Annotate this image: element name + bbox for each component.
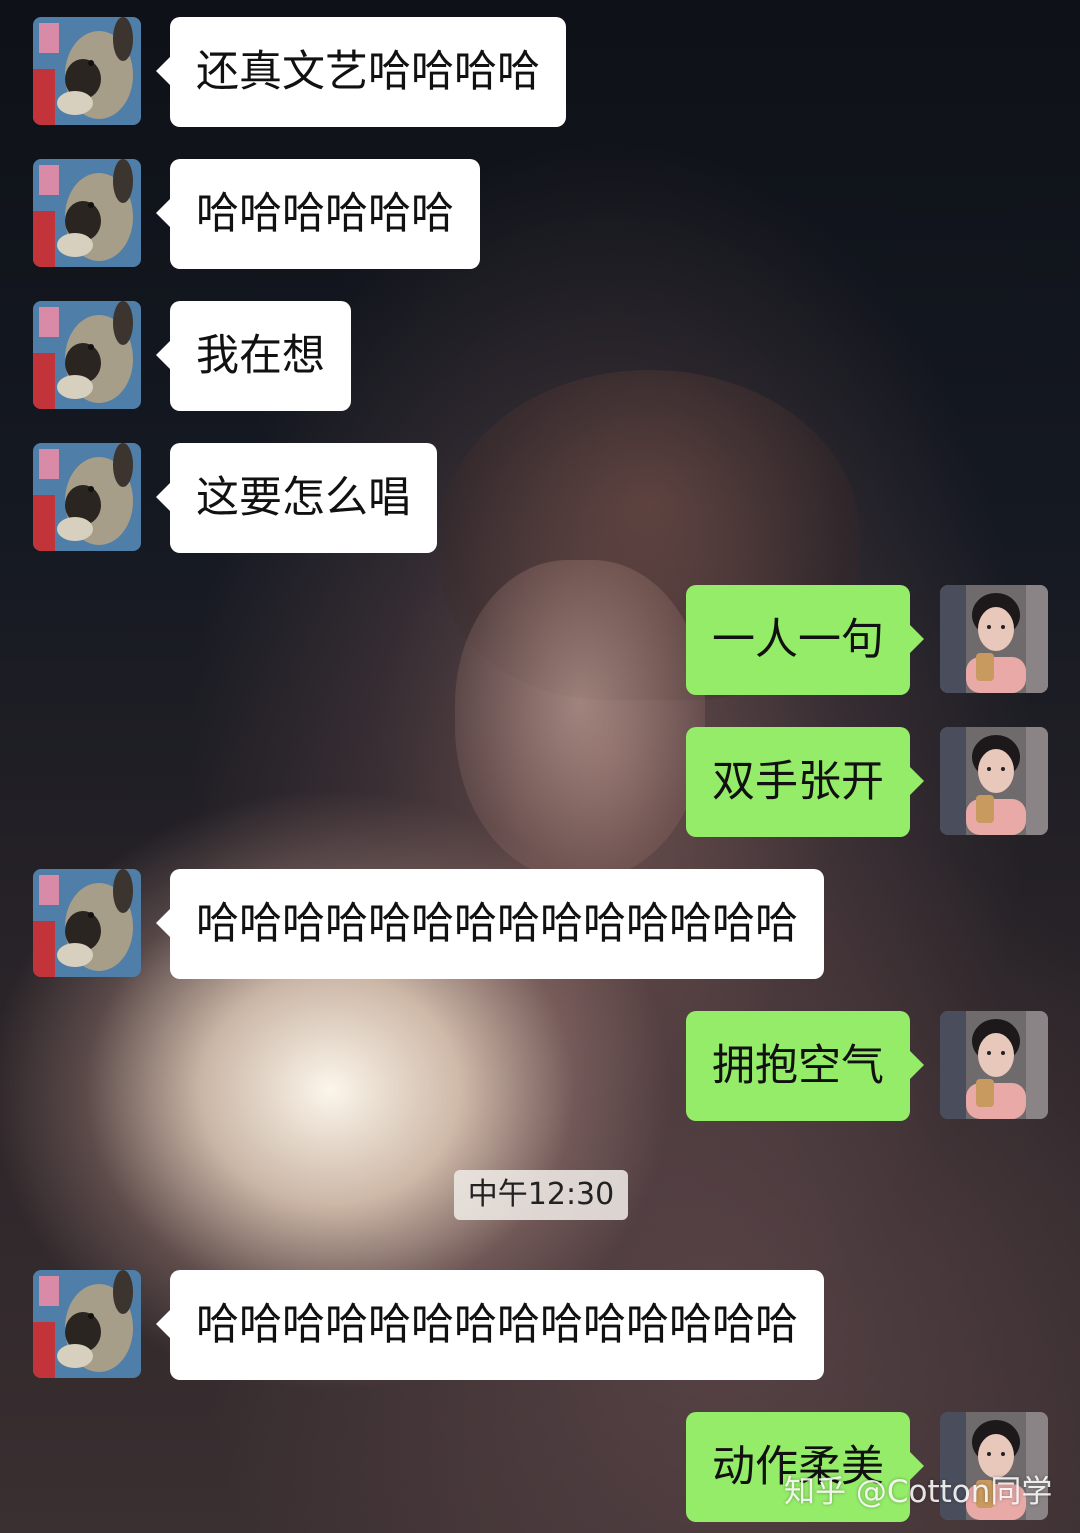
message-bubble-outgoing[interactable]: 一人一句 [686,585,924,695]
message-bubble-incoming[interactable]: 这要怎么唱 [156,443,437,553]
woman-avatar-icon[interactable] [940,1011,1048,1119]
message-row-outgoing: 双手张开 [0,727,1080,837]
goat-avatar-icon[interactable] [33,17,141,125]
goat-avatar-icon[interactable] [33,869,141,977]
message-row-outgoing: 拥抱空气 [0,1011,1080,1121]
goat-avatar-icon[interactable] [33,301,141,409]
message-bubble-outgoing[interactable]: 双手张开 [686,727,924,837]
message-bubble-incoming[interactable]: 还真文艺哈哈哈哈 [156,17,566,127]
goat-avatar-icon[interactable] [33,159,141,267]
message-bubble-incoming[interactable]: 哈哈哈哈哈哈 [156,159,480,269]
message-bubble-incoming[interactable]: 哈哈哈哈哈哈哈哈哈哈哈哈哈哈 [156,869,824,979]
timestamp-divider: 中午12:30 [454,1170,628,1220]
message-row-incoming: 哈哈哈哈哈哈哈哈哈哈哈哈哈哈 [0,869,1080,979]
message-row-incoming: 这要怎么唱 [0,443,1080,553]
woman-avatar-icon[interactable] [940,727,1048,835]
woman-avatar-icon[interactable] [940,585,1048,693]
message-bubble-incoming[interactable]: 我在想 [156,301,351,411]
goat-avatar-icon[interactable] [33,443,141,551]
message-row-incoming: 还真文艺哈哈哈哈 [0,17,1080,127]
message-bubble-incoming[interactable]: 哈哈哈哈哈哈哈哈哈哈哈哈哈哈 [156,1270,824,1380]
message-row-incoming: 哈哈哈哈哈哈 [0,159,1080,269]
message-row-outgoing: 一人一句 [0,585,1080,695]
message-row-incoming: 我在想 [0,301,1080,411]
message-bubble-outgoing[interactable]: 拥抱空气 [686,1011,924,1121]
message-row-incoming: 哈哈哈哈哈哈哈哈哈哈哈哈哈哈 [0,1270,1080,1380]
goat-avatar-icon[interactable] [33,1270,141,1378]
watermark-label: 知乎 @Cotton同学 [784,1474,1053,1510]
